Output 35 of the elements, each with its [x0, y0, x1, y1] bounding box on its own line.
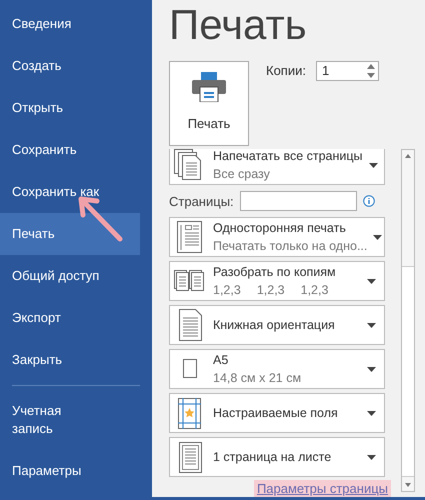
settings-dropdown[interactable]: 1 страница на листе — [169, 437, 385, 477]
settings-dropdown[interactable]: Разобрать по копиям 1,2,3 1,2,3 1,2,3 — [169, 261, 385, 301]
caret-icon — [367, 322, 376, 328]
copies-spinner[interactable]: 1 — [316, 61, 379, 81]
menu-item[interactable]: Открыть — [0, 87, 140, 129]
scrollbar[interactable] — [401, 149, 415, 492]
menu-item[interactable]: Учетная запись — [0, 390, 92, 450]
pages-field[interactable] — [240, 191, 357, 211]
page-title: Печать — [169, 0, 307, 50]
info-icon — [362, 195, 375, 207]
menu-item[interactable]: Экспорт — [0, 297, 140, 339]
pages-label: Страницы: — [169, 194, 234, 208]
print-button[interactable]: Печать — [169, 61, 249, 146]
caret-icon — [367, 278, 376, 284]
settings-dropdown[interactable]: Напечатать все страницы Все сразу — [169, 149, 385, 185]
copies-label: Копии: — [266, 62, 306, 80]
settings-dropdown[interactable]: Книжная ориентация — [169, 305, 385, 345]
caret-icon — [368, 162, 378, 168]
caret-icon — [367, 454, 376, 460]
settings-dropdown[interactable]: Односторонняя печать Печатать только на одно... — [169, 217, 385, 257]
caret-icon — [367, 366, 376, 372]
menu-item[interactable]: Создать — [0, 45, 140, 87]
spin-arrows-icon — [366, 63, 375, 79]
menu-item[interactable]: Общий доступ — [0, 255, 140, 297]
menu-item[interactable]: Сведения — [0, 3, 140, 45]
menu-item[interactable]: Параметры — [0, 450, 92, 492]
menu-item[interactable]: Сохранить — [0, 129, 140, 171]
menu-item[interactable]: Печать — [0, 213, 140, 255]
settings-dropdown[interactable]: Настраиваемые поля — [169, 393, 385, 433]
caret-icon — [373, 234, 382, 240]
caret-icon — [367, 410, 376, 416]
printer-icon — [192, 72, 226, 102]
menu-item[interactable]: Сохранить как — [0, 171, 140, 213]
settings-dropdown[interactable]: A5 14,8 см x 21 см — [169, 349, 385, 389]
menu-item[interactable]: Закрыть — [0, 339, 140, 381]
